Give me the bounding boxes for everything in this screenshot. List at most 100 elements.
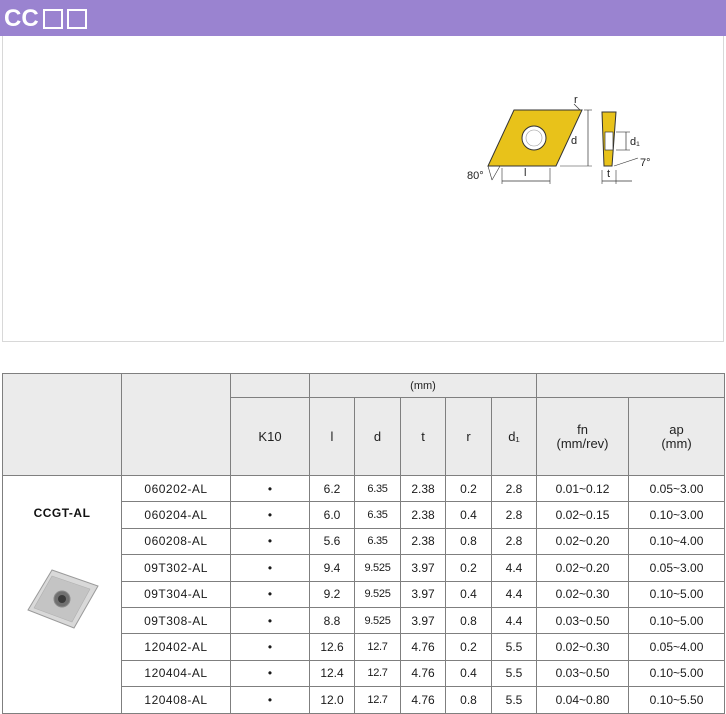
- t-cell: 4.76: [400, 659, 446, 688]
- r-cell: 0.2: [445, 633, 492, 661]
- ap-cell: 0.10~5.00: [628, 606, 726, 635]
- r-label: r: [574, 94, 578, 106]
- fn-cell: 0.01~0.12: [536, 474, 630, 503]
- fn-cell: 0.02~0.15: [536, 501, 630, 529]
- d1-cell: 2.8: [490, 527, 538, 556]
- k10-cell: •: [230, 633, 310, 661]
- insert-hole-shape: [521, 125, 547, 151]
- t-cell: 3.97: [400, 554, 446, 582]
- code-cell: 060202-AL: [121, 474, 231, 503]
- l-cell: 5.6: [309, 527, 355, 556]
- specification-table-body: CCGT-AL 060202-AL • 6.2 6.35 2.38 0.2 2.…: [2, 474, 726, 714]
- code-cell: 09T304-AL: [121, 580, 231, 608]
- r-cell: 0.4: [445, 659, 492, 688]
- ap-header-line2: (mm): [661, 435, 692, 451]
- model-header: [2, 373, 122, 476]
- ap-cell: 0.10~5.00: [628, 580, 726, 608]
- r-cell: 0.4: [445, 501, 492, 529]
- d1-cell: 4.4: [490, 606, 538, 635]
- ap-cell: 0.10~3.00: [628, 501, 726, 529]
- d-cell: 12.7: [354, 686, 401, 714]
- t-cell: 2.38: [400, 527, 446, 556]
- page-title: CC: [4, 5, 87, 32]
- l-cell: 9.2: [309, 580, 355, 608]
- insert-photo-image: [27, 569, 99, 629]
- fn-header-line2: (mm/rev): [556, 435, 609, 451]
- k10-cell: •: [230, 606, 310, 635]
- fn-cell: 0.04~0.80: [536, 686, 630, 714]
- d-header: d: [354, 397, 401, 476]
- code-header: [121, 373, 231, 476]
- l-cell: 8.8: [309, 606, 355, 635]
- ap-cell: 0.10~5.50: [628, 686, 726, 714]
- d-cell: 6.35: [354, 474, 401, 503]
- ap-cell: 0.05~3.00: [628, 554, 726, 582]
- t-cell: 4.76: [400, 686, 446, 714]
- t-cell: 3.97: [400, 580, 446, 608]
- r-cell: 0.2: [445, 554, 492, 582]
- t-cell: 2.38: [400, 501, 446, 529]
- d1-cell: 4.4: [490, 554, 538, 582]
- code-cell: 120408-AL: [121, 686, 231, 714]
- fn-header: fn (mm/rev): [536, 397, 630, 476]
- r-cell: 0.8: [445, 527, 492, 556]
- fn-cell: 0.02~0.30: [536, 633, 630, 661]
- t-cell: 3.97: [400, 606, 446, 635]
- d-cell: 12.7: [354, 659, 401, 688]
- code-cell: 09T308-AL: [121, 606, 231, 635]
- clearance-angle-label: 7°: [640, 157, 651, 169]
- d-label: d: [571, 135, 577, 147]
- t-cell: 2.38: [400, 474, 446, 503]
- d1-cell: 5.5: [490, 659, 538, 688]
- ap-header: ap (mm): [628, 397, 726, 476]
- fn-cell: 0.03~0.50: [536, 606, 630, 635]
- k10-cell: •: [230, 580, 310, 608]
- l-header: l: [309, 397, 355, 476]
- r-cell: 0.8: [445, 606, 492, 635]
- t-header: t: [400, 397, 446, 476]
- code-cell: 120402-AL: [121, 633, 231, 661]
- k10-cell: •: [230, 527, 310, 556]
- d1-cell: 2.8: [490, 474, 538, 503]
- k10-cell: •: [230, 474, 310, 503]
- code-cell: 060208-AL: [121, 527, 231, 556]
- specification-table: (mm) K10 l d t r d₁ fn (mm/rev) ap (mm) …: [2, 373, 726, 714]
- l-cell: 12.6: [309, 633, 355, 661]
- l-label: l: [524, 167, 526, 179]
- cutting-group-header: [536, 373, 726, 398]
- d1-cell: 5.5: [490, 686, 538, 714]
- ap-cell: 0.10~5.00: [628, 659, 726, 688]
- ap-header-line1: ap: [669, 421, 684, 437]
- d1-header: d₁: [490, 397, 538, 476]
- d-cell: 9.525: [354, 606, 401, 635]
- fn-cell: 0.02~0.20: [536, 554, 630, 582]
- insert-dimension-diagram: r d l 80° d₁ 7° t: [467, 94, 651, 184]
- fn-cell: 0.02~0.30: [536, 580, 630, 608]
- d-cell: 9.525: [354, 580, 401, 608]
- fn-header-line1: fn: [577, 421, 588, 437]
- t-cell: 4.76: [400, 633, 446, 661]
- code-cell: 120404-AL: [121, 659, 231, 688]
- l-cell: 12.0: [309, 686, 355, 714]
- header-bar: [0, 0, 726, 36]
- unit-header: (mm): [308, 373, 538, 398]
- k10-cell: •: [230, 554, 310, 582]
- d1-cell: 5.5: [490, 633, 538, 661]
- ap-cell: 0.05~4.00: [628, 633, 726, 661]
- d-cell: 12.7: [354, 633, 401, 661]
- model-cell: CCGT-AL: [2, 475, 122, 714]
- model-name: CCGT-AL: [33, 506, 91, 520]
- table-row: CCGT-AL 060202-AL • 6.2 6.35 2.38 0.2 2.…: [2, 474, 726, 714]
- code-cell: 09T302-AL: [121, 554, 231, 582]
- ap-cell: 0.10~4.00: [628, 527, 726, 556]
- k10-cell: •: [230, 501, 310, 529]
- ap-cell: 0.05~3.00: [628, 474, 726, 503]
- r-cell: 0.8: [445, 686, 492, 714]
- d1-cell: 4.4: [490, 580, 538, 608]
- d-cell: 9.525: [354, 554, 401, 582]
- r-cell: 0.2: [445, 474, 492, 503]
- t-label: t: [607, 168, 610, 180]
- page-title-text: CC: [4, 5, 39, 32]
- grade-group-header: [230, 373, 310, 398]
- angle-label: 80°: [467, 170, 484, 182]
